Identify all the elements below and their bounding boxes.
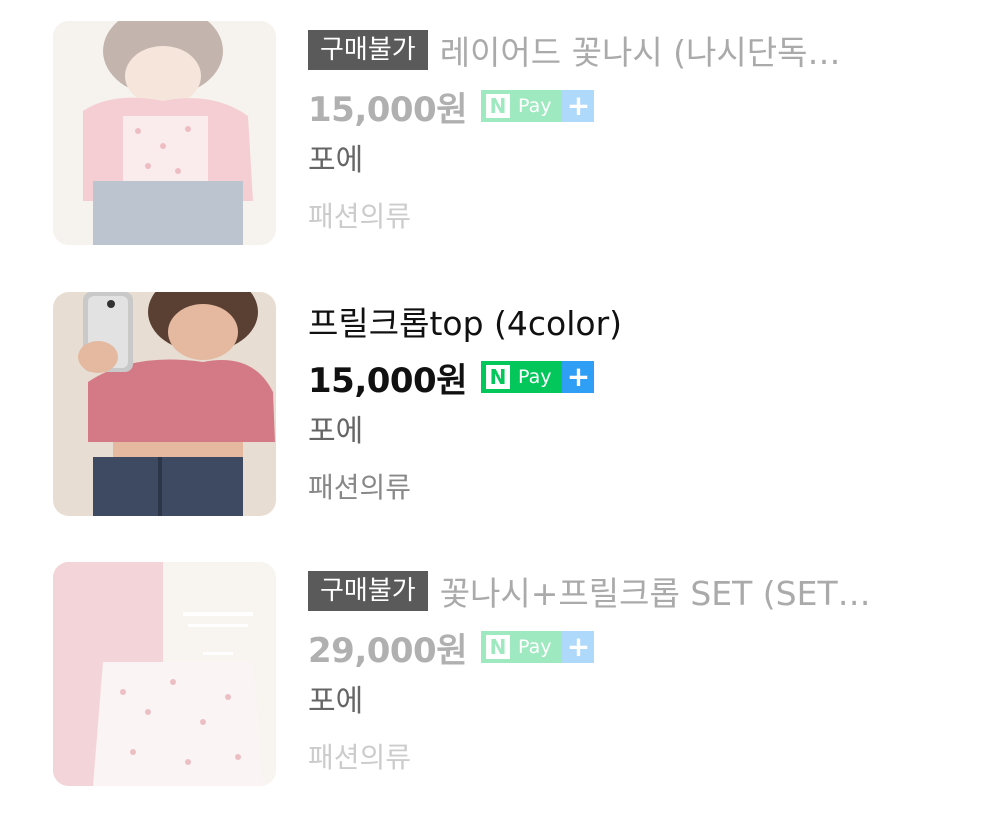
product-title[interactable]: 꽃나시+프릴크롭 SET (SET… bbox=[440, 567, 871, 615]
product-thumbnail[interactable] bbox=[53, 562, 276, 786]
naver-n-icon: N bbox=[485, 365, 510, 389]
plus-icon: + bbox=[562, 90, 595, 122]
product-thumbnail[interactable] bbox=[53, 21, 276, 245]
product-title[interactable]: 프릴크롭top (4color) bbox=[308, 297, 622, 345]
unavailable-badge: 구매불가 bbox=[308, 571, 428, 611]
seller-name[interactable]: 포에 bbox=[308, 410, 363, 454]
naver-n-icon: N bbox=[485, 94, 510, 118]
product-price: 15,000원 bbox=[308, 89, 467, 130]
product-info: 구매불가 꽃나시+프릴크롭 SET (SET… 29,000원 N Pay + … bbox=[308, 562, 968, 786]
product-info: 프릴크롭top (4color) 15,000원 N Pay + 포에 패션의류 bbox=[308, 292, 968, 516]
product-item[interactable]: 프릴크롭top (4color) 15,000원 N Pay + 포에 패션의류 bbox=[0, 292, 988, 516]
product-list: 구매불가 레이어드 꽃나시 (나시단독… 15,000원 N Pay + 포에 … bbox=[0, 0, 988, 818]
plus-icon: + bbox=[562, 631, 595, 663]
product-price: 15,000원 bbox=[308, 360, 467, 401]
product-thumbnail[interactable] bbox=[53, 292, 276, 516]
product-category: 패션의류 bbox=[308, 200, 412, 233]
plus-icon: + bbox=[562, 361, 595, 393]
product-info: 구매불가 레이어드 꽃나시 (나시단독… 15,000원 N Pay + 포에 … bbox=[308, 21, 968, 245]
naver-pay-badge: N Pay + bbox=[480, 90, 595, 122]
seller-name[interactable]: 포에 bbox=[308, 680, 363, 724]
product-price: 29,000원 bbox=[308, 630, 467, 671]
product-category: 패션의류 bbox=[308, 741, 412, 774]
product-item[interactable]: 구매불가 레이어드 꽃나시 (나시단독… 15,000원 N Pay + 포에 … bbox=[0, 21, 988, 245]
naver-n-icon: N bbox=[485, 635, 510, 659]
product-category: 패션의류 bbox=[308, 471, 412, 504]
product-title[interactable]: 레이어드 꽃나시 (나시단독… bbox=[440, 26, 841, 74]
unavailable-badge: 구매불가 bbox=[308, 30, 428, 70]
naver-pay-badge: N Pay + bbox=[480, 361, 595, 393]
seller-name[interactable]: 포에 bbox=[308, 139, 363, 183]
product-item[interactable]: 구매불가 꽃나시+프릴크롭 SET (SET… 29,000원 N Pay + … bbox=[0, 562, 988, 786]
naver-pay-badge: N Pay + bbox=[480, 631, 595, 663]
